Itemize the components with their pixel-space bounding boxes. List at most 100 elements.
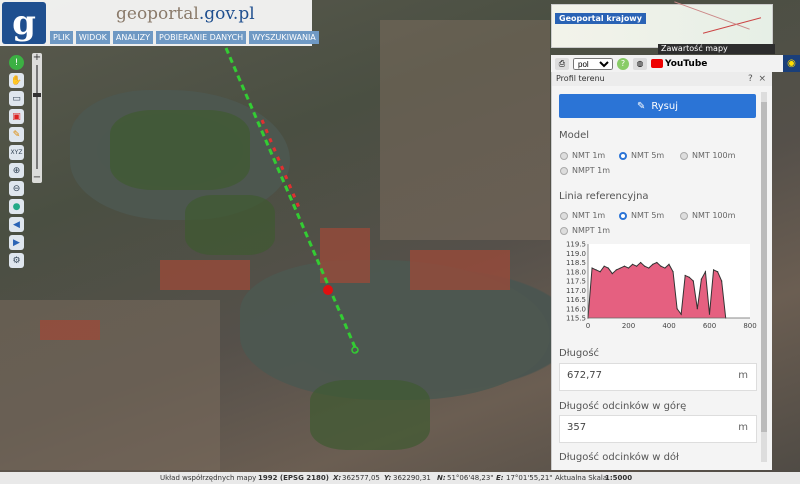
chart-data-point [660,265,662,267]
chart-data-point [623,265,626,267]
chart-data-point [615,269,617,271]
x-label: X: [333,474,342,482]
chart-data-point [680,313,682,315]
info-icon[interactable]: ! [9,55,24,70]
settings-icon[interactable]: ⚙ [9,253,24,268]
ref-option-nmt100m[interactable]: NMT 100m [680,211,735,220]
xyz-icon[interactable]: XYZ [9,145,24,160]
chart-data-point [636,265,638,267]
panel-help-button[interactable]: ? [748,74,753,84]
draw-button-label: Rysuj [651,100,679,112]
menu-analizy[interactable]: ANALIZY [112,31,153,44]
youtube-icon [651,59,663,68]
menu-plik[interactable]: PLIK [50,31,73,44]
app-header: g geoportal.gov.pl PLIK WIDOK ANALIZY PO… [0,0,319,46]
youtube-link[interactable]: YouTube [651,59,707,69]
pencil-icon[interactable]: ✎ [9,127,24,142]
eye-icon[interactable]: ◉ [783,55,800,72]
chart-y-tick-label: 117.0 [566,287,586,295]
chart-data-point [700,278,702,280]
chart-y-tick-label: 116.0 [566,305,586,313]
chart-data-point [692,280,694,282]
chart-data-point [591,267,593,269]
chart-y-tick-label: 119.0 [566,250,586,258]
language-select[interactable]: pol [573,57,613,70]
chart-y-tick-label: 115.5 [566,315,586,323]
zoom-track[interactable] [36,65,38,169]
ref-option-nmt1m[interactable]: NMT 1m [560,211,605,220]
logo-letter: g [12,3,36,43]
chart-data-point [712,269,715,271]
menu-widok[interactable]: WIDOK [75,31,110,44]
chart-data-point [656,261,658,264]
zoom-out-icon[interactable]: ⊖ [9,181,24,196]
globe-icon[interactable]: ● [9,199,24,214]
chart-data-point [599,271,601,273]
panel-scrollbar[interactable] [761,92,767,462]
measure-icon[interactable]: ▭ [9,91,24,106]
geoportal-logo[interactable]: g [2,2,46,44]
profile-line-segment [260,119,302,211]
elevation-profile-chart: 115.5 116.0116.5117.0117.5 118.0118.5119.0… [566,241,757,331]
zoom-slider[interactable]: + − [32,53,42,183]
scale-value[interactable]: 1:5000 [605,472,632,484]
chart-data-point [717,271,719,273]
logo-text-main: geoportal [116,4,199,24]
help-icon[interactable]: ? [617,57,629,70]
pencil-icon: ✎ [636,100,646,112]
up-length-unit: m [738,422,748,433]
logo-text-domain: .gov.pl [198,4,255,24]
model-option-nmpt1m[interactable]: NMPT 1m [560,166,610,175]
zoom-minus-button[interactable]: − [32,173,42,183]
status-bar: Układ współrzędnych mapy 1992 (EPSG 2180… [0,472,800,484]
map-contents-button[interactable]: Zawartość mapy [658,44,775,54]
up-length-field[interactable]: 357 m [559,415,757,443]
menu-pobieranie-danych[interactable]: POBIERANIE DANYCH [156,31,247,44]
overview-map-title[interactable]: Geoportal krajowy [555,13,646,24]
zoom-plus-button[interactable]: + [32,53,42,63]
ref-option-nmpt1m[interactable]: NMPT 1m [560,226,610,235]
model-option-nmt100m[interactable]: NMT 100m [680,151,735,160]
youtube-label: YouTube [665,58,708,69]
chart-x-tick-label: 200 [622,322,635,330]
hand-icon[interactable]: ✋ [9,73,24,88]
zoom-knob[interactable] [33,93,41,97]
chart-y-tick-label: 118.0 [566,268,586,276]
menu-wyszukiwania[interactable]: WYSZUKIWANIA [249,31,319,44]
crs-label: Układ współrzędnych mapy [160,474,257,482]
chart-data-point [684,274,686,277]
arrow-left-icon[interactable]: ◀ [9,217,24,232]
profile-point-marker [323,285,333,295]
draw-button[interactable]: ✎ Rysuj [559,94,756,118]
chart-data-point [696,308,698,310]
up-length-value: 357 [567,422,587,433]
length-field[interactable]: 672,77 m [559,363,757,391]
model-option-nmt1m[interactable]: NMT 1m [560,151,605,160]
n-label: N: [437,474,446,482]
globe-icon[interactable]: ◍ [633,57,647,70]
print-icon[interactable]: ⎙ [555,57,569,70]
reference-line-label: Linia referencyjna [559,191,649,202]
select-icon[interactable]: ▣ [9,109,24,124]
overview-map[interactable]: Geoportal krajowy [551,1,773,48]
top-tools-bar: ⎙ pol ? ◍ YouTube [551,55,800,72]
left-toolbar: ! ✋ ▭ ▣ ✎ XYZ ⊕ ⊖ ● ◀ ▶ ⚙ [9,55,26,268]
model-option-nmt5m[interactable]: NMT 5m [619,151,664,160]
chart-data-point [652,263,654,265]
zoom-in-icon[interactable]: ⊕ [9,163,24,178]
profile-end-marker [351,346,359,354]
y-value: 362290,31 [393,474,431,482]
chart-data-point [704,271,707,273]
crs-value[interactable]: 1992 (EPSG 2180) [258,472,329,484]
chart-data-point [676,308,678,310]
panel-scrollbar-thumb[interactable] [761,102,767,432]
panel-close-button[interactable]: × [758,74,766,84]
chart-data-point [688,276,690,278]
chart-x-tick-label: 0 [586,322,590,330]
chart-data-point [595,269,597,271]
chart-x-tick-label: 400 [662,322,675,330]
chart-data-point [627,267,630,269]
chart-data-point [631,263,634,265]
arrow-right-icon[interactable]: ▶ [9,235,24,250]
ref-option-nmt5m[interactable]: NMT 5m [619,211,664,220]
